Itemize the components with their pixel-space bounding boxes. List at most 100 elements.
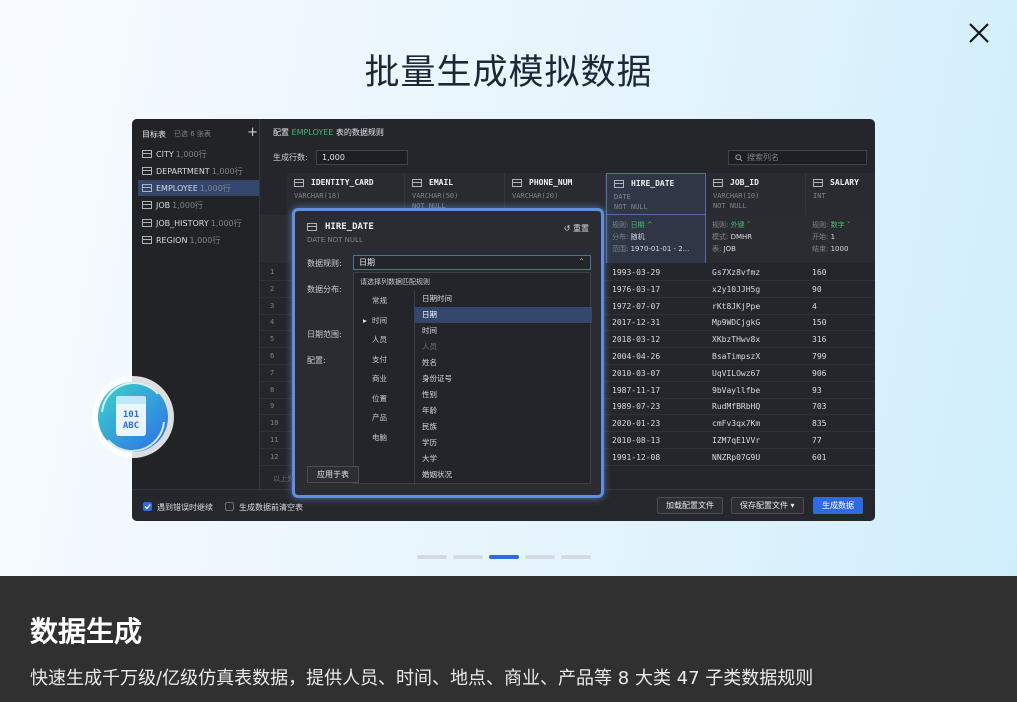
job-id-cell: BsaTimpszX (712, 352, 761, 361)
modal-title: HIRE_DATE (325, 222, 374, 232)
sidebar-item-region[interactable]: REGION 1,000行 (138, 232, 259, 248)
option-item-selected[interactable]: 日期 (415, 307, 592, 323)
salary-cell: 160 (812, 268, 827, 277)
job-id-cell: Gs7Xz8vfmz (712, 268, 761, 277)
rule-cell-job-id[interactable]: 规则: 外键 ˅ 模式: DMHR 表: JOB (712, 219, 752, 255)
hire-date-cell: 1976-03-17 (612, 284, 661, 294)
add-table-button[interactable]: + (247, 125, 258, 140)
salary-cell: 601 (812, 452, 827, 462)
job-id-cell: NNZRp07G9U (712, 452, 761, 462)
rule-dropdown: 请选择列数据匹配规则 常规 时间 人员 支付 商业 位置 产品 电脑 日期时间 … (353, 272, 592, 485)
job-id-cell: x2y10JJH5g (712, 284, 761, 294)
row-number: 1 (270, 268, 275, 276)
hire-date-cell: 1987-11-17 (612, 385, 661, 395)
carousel-dot[interactable] (561, 555, 591, 559)
row-number: 10 (270, 419, 279, 428)
category-item[interactable]: 常规 (354, 291, 414, 311)
chevron-up-icon: ⌃ (578, 257, 585, 266)
column-header-job-id[interactable]: JOB_ID VARCHAR(10) NOT NULL (706, 173, 806, 215)
salary-cell: 150 (812, 318, 827, 328)
table-icon (142, 167, 152, 175)
sidebar-item-department[interactable]: DEPARTMENT 1,000行 (138, 163, 259, 179)
option-group-label: 人员 (422, 342, 437, 351)
option-item[interactable]: 日期时间 (415, 291, 592, 307)
salary-cell: 90 (812, 284, 822, 294)
option-item[interactable]: 年龄 (415, 403, 592, 419)
category-item[interactable]: 产品 (354, 408, 414, 428)
salary-cell: 799 (812, 352, 827, 361)
column-search-input[interactable]: 搜索列名 (728, 150, 867, 165)
table-icon (142, 201, 152, 209)
reset-button[interactable]: ↺ 重置 (564, 223, 589, 234)
option-item[interactable]: 大学 (415, 451, 592, 467)
carousel-dot[interactable] (417, 555, 447, 559)
column-icon (614, 179, 624, 188)
hire-date-cell: 2020-01-23 (612, 419, 661, 429)
hire-date-cell: 1991-12-08 (612, 452, 661, 462)
clear-table-label: 生成数据前清空表 (239, 503, 303, 512)
dropdown-header: 请选择列数据匹配规则 (360, 278, 430, 286)
rule-cell-hire-date[interactable]: 规则: 日期 ^ 分布: 随机 范围: 1970-01-01 - 2... (612, 219, 689, 255)
table-icon (142, 236, 152, 244)
config-title: 配置 EMPLOYEE 表的数据规则 (273, 128, 384, 137)
apply-to-table-button[interactable]: 应用于表 (307, 466, 359, 483)
fab-text-line1: 101 (123, 410, 139, 420)
row-number: 9 (270, 402, 275, 411)
option-item[interactable]: 姓名 (415, 355, 592, 371)
category-item[interactable]: 人员 (354, 330, 414, 350)
clear-table-checkbox[interactable] (225, 502, 234, 511)
row-number: 2 (270, 284, 275, 293)
feature-description: 快速生成千万级/亿级仿真表数据，提供人员、时间、地点、商业、产品等 8 大类 4… (30, 668, 814, 689)
distribution-label: 数据分布: (307, 285, 342, 294)
option-item[interactable]: 民族 (415, 419, 592, 435)
job-id-cell: UqVILOwz67 (712, 368, 761, 378)
row-number: 3 (270, 301, 275, 310)
job-id-cell: 9bVayllfbe (712, 385, 761, 395)
option-item[interactable]: 性别 (415, 387, 592, 403)
close-icon[interactable] (966, 20, 992, 46)
hire-date-cell: 2017-12-31 (612, 318, 661, 328)
sidebar-item-job-history[interactable]: JOB_HISTORY 1,000行 (138, 215, 259, 231)
column-rule-modal: HIRE_DATE DATE NOT NULL ↺ 重置 数据规则: 日期 ⌃ … (292, 208, 604, 498)
column-header-salary[interactable]: SALARY INT (806, 173, 875, 215)
category-item[interactable]: 位置 (354, 389, 414, 409)
category-item[interactable]: 支付 (354, 350, 414, 370)
row-number: 4 (270, 318, 275, 327)
sidebar-item-city[interactable]: CITY 1,000行 (138, 146, 259, 162)
option-item[interactable]: 时间 (415, 323, 592, 339)
search-icon (735, 153, 743, 162)
save-config-button[interactable]: 保存配置文件 ▾ (731, 497, 804, 514)
salary-cell: 77 (812, 436, 822, 445)
table-icon (142, 150, 152, 158)
carousel-dot[interactable] (453, 555, 483, 559)
sidebar-selected-count: 已选 6 张表 (174, 130, 211, 138)
hire-date-cell: 2010-03-07 (612, 368, 661, 378)
row-number: 8 (270, 385, 275, 394)
sidebar-item-employee[interactable]: EMPLOYEE 1,000行 (138, 180, 259, 196)
category-item[interactable]: 商业 (354, 369, 414, 389)
row-number: 11 (270, 436, 279, 444)
category-item[interactable]: 时间 (354, 311, 414, 331)
option-item[interactable]: 学历 (415, 435, 592, 451)
sidebar-title: 目标表 (142, 129, 166, 139)
sidebar-item-job[interactable]: JOB 1,000行 (138, 197, 259, 213)
hire-date-cell: 1972-07-07 (612, 301, 661, 311)
column-icon (307, 223, 317, 231)
generate-data-button[interactable]: 生成数据 (813, 497, 863, 514)
carousel-dot-active[interactable] (489, 555, 519, 559)
load-config-button[interactable]: 加载配置文件 (657, 497, 723, 514)
category-item[interactable]: 电脑 (354, 428, 414, 448)
fab-text-line2: ABC (123, 421, 139, 431)
row-number: 7 (270, 368, 275, 377)
continue-on-error-checkbox[interactable] (143, 502, 152, 511)
rule-cell-salary[interactable]: 规则: 数字 ˅ 开始: 1 结束: 1000 (812, 219, 850, 255)
continue-on-error-label: 遇到错误时继续 (157, 503, 213, 512)
salary-cell: 703 (812, 402, 827, 412)
rows-input[interactable]: 1,000 (316, 150, 408, 165)
hire-date-cell: 1993-03-29 (612, 268, 661, 277)
option-item[interactable]: 婚姻状况 (415, 467, 592, 483)
column-header-hire-date[interactable]: HIRE_DATE DATE NOT NULL (606, 173, 706, 215)
option-item[interactable]: 身份证号 (415, 371, 592, 387)
carousel-dot[interactable] (525, 555, 555, 559)
rule-select[interactable]: 日期 ⌃ (353, 255, 591, 270)
